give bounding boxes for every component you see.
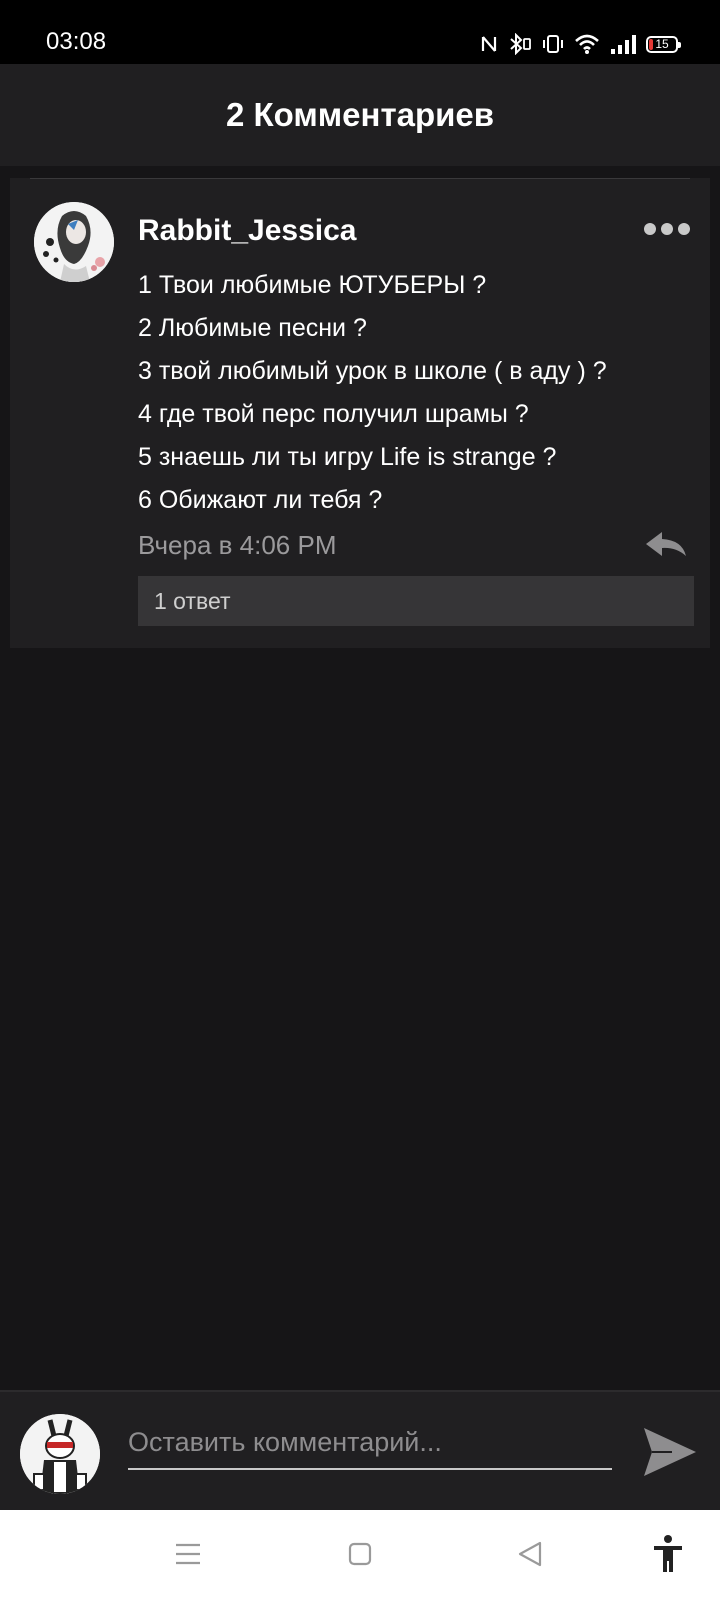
user-avatar-image [34, 202, 114, 282]
comment-input-bar [0, 1390, 720, 1510]
comment-card: Rabbit_Jessica 1 Твои любимые ЮТУБЕРЫ ? … [10, 178, 710, 648]
system-nav-bar [0, 1510, 720, 1600]
back-icon[interactable] [516, 1540, 544, 1568]
menu-icon[interactable] [174, 1542, 202, 1566]
battery-icon: 15 [646, 35, 681, 53]
view-replies-button[interactable]: 1 ответ [138, 576, 694, 626]
signal-icon [611, 35, 636, 54]
comment-body: 1 Твои любимые ЮТУБЕРЫ ? 2 Любимые песни… [138, 264, 698, 522]
dot-icon [661, 223, 673, 235]
accessibility-icon[interactable] [652, 1534, 684, 1574]
home-icon[interactable] [348, 1542, 372, 1566]
battery-level: 15 [655, 37, 669, 51]
comment-username[interactable]: Rabbit_Jessica [138, 214, 356, 248]
divider [30, 178, 690, 179]
comment-line: 1 Твои любимые ЮТУБЕРЫ ? [138, 271, 487, 299]
comment-line: 3 твой любимый урок в школе ( в аду ) ? [138, 357, 607, 385]
reply-icon[interactable] [644, 530, 688, 560]
dot-icon [644, 223, 656, 235]
comment-line: 4 где твой перс получил шрамы ? [138, 400, 529, 428]
avatar[interactable] [34, 202, 114, 282]
my-avatar-image [20, 1414, 100, 1494]
my-avatar [20, 1414, 100, 1494]
comments-header: 2 Комментариев [0, 64, 720, 166]
send-icon[interactable] [642, 1426, 698, 1478]
bluetooth-icon [510, 33, 531, 55]
comment-line: 2 Любимые песни ? [138, 314, 367, 342]
status-icons: 15 [480, 30, 681, 58]
status-time: 03:08 [46, 28, 107, 55]
comment-line: 5 знаешь ли ты игру Life is strange ? [138, 443, 557, 471]
page-title: 2 Комментариев [225, 96, 495, 133]
wifi-icon [575, 34, 599, 54]
comment-timestamp: Вчера в 4:06 PM [138, 530, 337, 560]
comment-line: 6 Обижают ли тебя ? [138, 486, 383, 514]
dot-icon [678, 223, 690, 235]
more-options-button[interactable] [644, 220, 690, 238]
status-bar: 03:08 15 [0, 0, 720, 64]
nfc-icon [481, 36, 497, 52]
comment-input[interactable] [128, 1416, 612, 1470]
replies-label: 1 ответ [154, 587, 231, 614]
vibrate-icon [543, 35, 563, 53]
